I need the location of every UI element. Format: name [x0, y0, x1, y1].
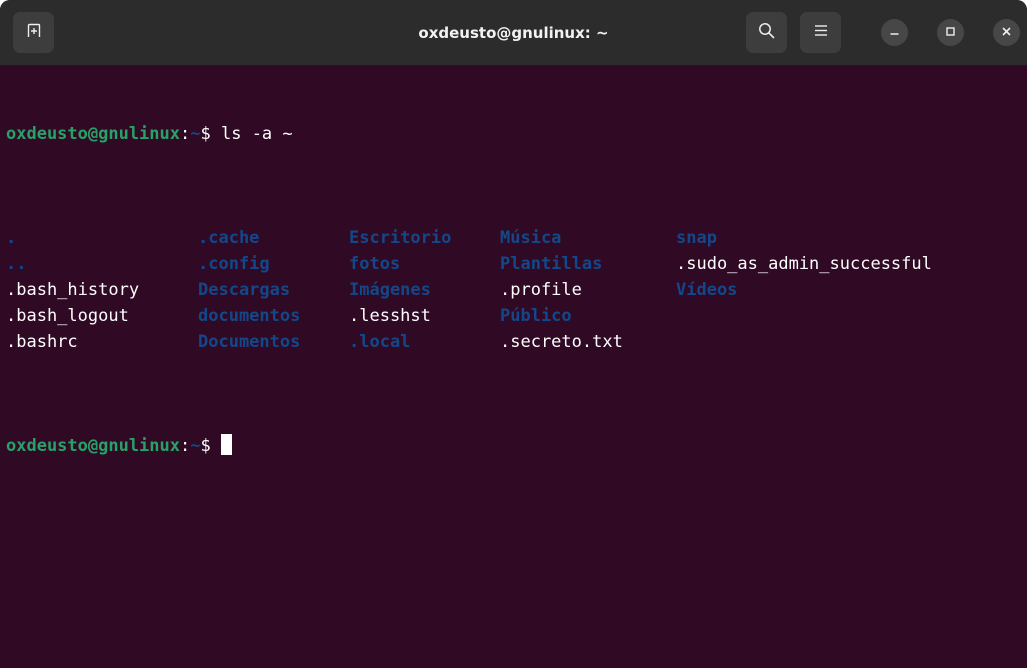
file-entry: .bashrc	[6, 332, 78, 352]
directory-entry: Vídeos	[676, 280, 738, 300]
menu-button[interactable]	[800, 12, 841, 53]
minimize-icon	[889, 24, 900, 42]
terminal-window: oxdeusto@gnulinux: ~ oxdeusto@gnulinux:~…	[0, 0, 1027, 668]
directory-entry: .local	[349, 332, 411, 352]
prompt-line[interactable]: oxdeusto@gnulinux:~$	[6, 433, 1027, 459]
prompt-user-host: oxdeusto@gnulinux	[6, 436, 180, 456]
prompt-user-host: oxdeusto@gnulinux	[6, 124, 180, 144]
directory-entry: Música	[500, 228, 562, 248]
directory-entry: Documentos	[198, 332, 301, 352]
directory-entry: ..	[6, 254, 27, 274]
directory-entry: Escritorio	[349, 228, 452, 248]
new-tab-icon	[26, 22, 42, 43]
minimize-button[interactable]	[881, 19, 908, 46]
file-entry: .profile	[500, 280, 582, 300]
close-icon	[1001, 24, 1012, 42]
search-button[interactable]	[746, 12, 787, 53]
directory-entry: fotos	[349, 254, 401, 274]
text-cursor	[220, 434, 232, 455]
maximize-button[interactable]	[937, 19, 964, 46]
prompt-dollar: $	[200, 436, 221, 456]
directory-entry: .	[6, 228, 17, 248]
file-entry: .bash_logout	[6, 306, 129, 326]
maximize-icon	[945, 24, 956, 42]
new-tab-button[interactable]	[13, 12, 54, 53]
file-entry: .secreto.txt	[500, 332, 623, 352]
directory-entry: Plantillas	[500, 254, 603, 274]
file-entry: .bash_history	[6, 280, 140, 300]
command-text: ls -a ~	[220, 124, 293, 144]
file-entry: .lesshst	[349, 306, 431, 326]
prompt-path: ~	[190, 124, 201, 144]
title-bar[interactable]: oxdeusto@gnulinux: ~	[0, 0, 1027, 66]
empty-cell	[676, 329, 1027, 355]
command-line: oxdeusto@gnulinux:~$ ls -a ~	[6, 121, 1027, 147]
hamburger-menu-icon	[814, 24, 828, 42]
ls-output: . .cache Escritorio Música snap.. .config foto…	[6, 225, 1027, 355]
file-entry: .sudo_as_admin_successful	[676, 254, 932, 274]
directory-entry: Público	[500, 306, 572, 326]
terminal-output[interactable]: oxdeusto@gnulinux:~$ ls -a ~ . .cache Escr…	[0, 66, 1027, 668]
prompt-path: ~	[190, 436, 201, 456]
directory-entry: .config	[198, 254, 270, 274]
empty-cell	[676, 303, 1027, 329]
close-button[interactable]	[993, 19, 1020, 46]
prompt-dollar: $	[200, 124, 221, 144]
search-icon	[758, 22, 775, 44]
directory-entry: snap	[676, 228, 717, 248]
directory-entry: documentos	[198, 306, 301, 326]
prompt-colon: :	[180, 436, 191, 456]
window-title: oxdeusto@gnulinux: ~	[418, 24, 609, 42]
prompt-colon: :	[180, 124, 191, 144]
directory-entry: Descargas	[198, 280, 291, 300]
directory-entry: Imágenes	[349, 280, 431, 300]
directory-entry: .cache	[198, 228, 260, 248]
